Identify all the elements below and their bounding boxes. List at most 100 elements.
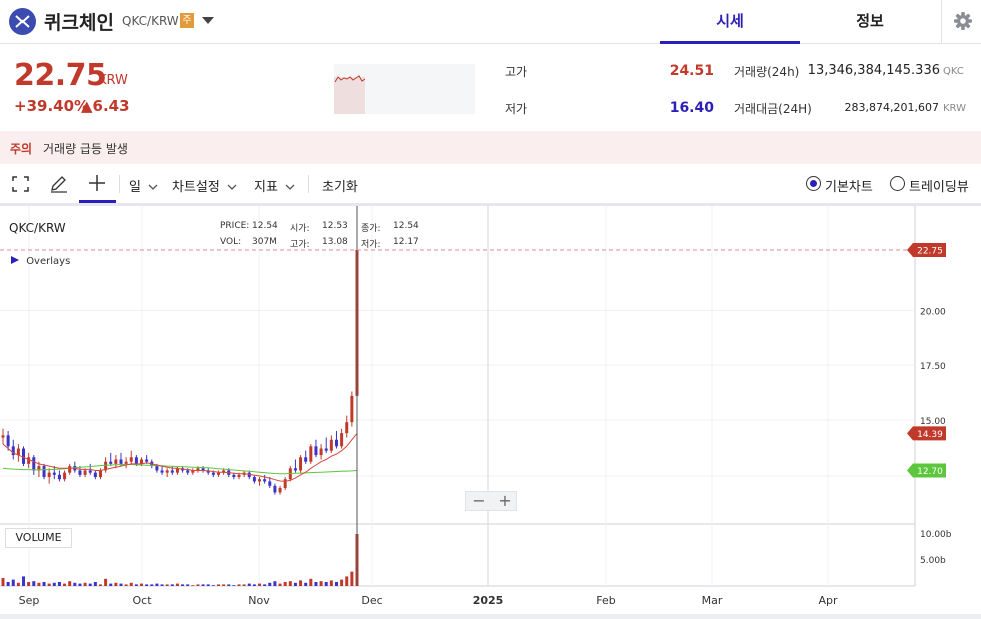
volume-bar bbox=[73, 582, 77, 586]
chart-settings-select[interactable]: 차트설정 bbox=[172, 176, 237, 195]
volume-bar bbox=[165, 584, 169, 586]
candle-body bbox=[124, 461, 128, 464]
volume-bar bbox=[334, 582, 338, 586]
volume-bar bbox=[6, 582, 10, 586]
chevron-down-icon bbox=[227, 184, 237, 190]
candle-body bbox=[88, 470, 92, 473]
volume-bar bbox=[93, 582, 97, 586]
volume-bar bbox=[319, 581, 323, 586]
volume-bar bbox=[129, 582, 133, 586]
volume-bar bbox=[222, 584, 226, 586]
toolbar-divider bbox=[308, 175, 309, 193]
trade-value-24h-unit: KRW bbox=[943, 103, 966, 114]
chart-type-tradingview-radio[interactable] bbox=[890, 176, 905, 191]
candle-body bbox=[345, 422, 349, 434]
chart-type-basic-label: 기본차트 bbox=[825, 180, 873, 195]
candle-body bbox=[155, 466, 159, 471]
x-tick-label: Nov bbox=[248, 594, 270, 607]
volume-bar bbox=[47, 583, 51, 586]
volume-24h-unit: QKC bbox=[943, 66, 964, 77]
volume-bar bbox=[175, 583, 179, 586]
tab-info[interactable]: 정보 bbox=[800, 0, 940, 44]
volume-bar bbox=[57, 582, 61, 586]
y-tick-label: 17.50 bbox=[920, 362, 946, 372]
zoom-in-button[interactable]: + bbox=[492, 492, 518, 510]
volume-bar bbox=[104, 578, 108, 586]
legend-open-label: 시가: bbox=[290, 224, 310, 234]
legend-close-label: 종가: bbox=[361, 224, 381, 234]
volume-bar bbox=[288, 581, 292, 586]
volume-bar bbox=[314, 582, 318, 586]
trade-value-24h-value: 283,874,201,607 bbox=[844, 101, 939, 114]
x-tick-label: Apr bbox=[818, 594, 838, 607]
volume-bar bbox=[37, 582, 41, 586]
volume-bar bbox=[216, 584, 220, 586]
volume-bar bbox=[211, 585, 215, 586]
volume-bar bbox=[329, 580, 333, 586]
candle-body bbox=[278, 488, 282, 493]
notice-bar bbox=[0, 131, 981, 164]
candle-body bbox=[134, 457, 138, 464]
volume-pane-tag[interactable]: VOLUME bbox=[5, 528, 72, 548]
legend-high-value: 13.08 bbox=[322, 237, 348, 247]
active-tool-indicator bbox=[79, 200, 116, 203]
candle-body bbox=[324, 448, 328, 451]
candle-body bbox=[299, 457, 303, 471]
volume-bar bbox=[247, 583, 251, 586]
fullscreen-button[interactable] bbox=[12, 176, 29, 196]
x-tick-label: Mar bbox=[702, 594, 723, 607]
candle-body bbox=[47, 472, 51, 478]
volume-bar bbox=[16, 582, 20, 586]
volume-bar bbox=[196, 584, 200, 586]
legend-close-value: 12.54 bbox=[393, 221, 419, 231]
high-label: 고가 bbox=[505, 65, 528, 79]
chart-type-basic-radio[interactable] bbox=[806, 176, 821, 191]
volume-bar bbox=[98, 584, 102, 586]
bottom-scrollbar bbox=[0, 614, 981, 619]
candle-body bbox=[273, 485, 277, 493]
legend-open-value: 12.53 bbox=[322, 221, 348, 231]
volume-tick-label: 10.00b bbox=[920, 530, 952, 540]
volume-bar bbox=[268, 582, 272, 586]
x-tick-label: Dec bbox=[361, 594, 382, 607]
candle-body bbox=[6, 435, 10, 447]
low-value: 16.40 bbox=[669, 100, 714, 116]
zoom-out-button[interactable]: − bbox=[466, 492, 492, 510]
candle-body bbox=[334, 439, 338, 447]
price-chart-area[interactable]: 15.00 17.50 20.00 Sep Oct Nov Dec 2025 Feb Mar Apr… bbox=[0, 206, 981, 619]
overlays-toggle[interactable]: Overlays bbox=[11, 256, 70, 267]
candle-body bbox=[186, 470, 190, 473]
price-tag-label: 12.70 bbox=[917, 467, 943, 477]
volume-bar bbox=[52, 582, 56, 586]
volume-bar bbox=[22, 576, 26, 586]
tab-quote[interactable]: 시세 bbox=[660, 0, 800, 44]
candle-body bbox=[211, 472, 215, 475]
crosshair-tool-button[interactable] bbox=[88, 174, 106, 196]
volume-bar bbox=[124, 584, 128, 586]
top-header: 퀴크체인 QKC/KRW 주 시세 정보 bbox=[0, 0, 981, 44]
draw-tool-button[interactable] bbox=[49, 175, 69, 197]
indicators-select[interactable]: 지표 bbox=[254, 176, 295, 195]
zoom-controls: − + bbox=[465, 491, 517, 511]
candle-body bbox=[68, 466, 72, 473]
coin-name: 퀴크체인 bbox=[44, 12, 114, 34]
tab-quote-label: 시세 bbox=[716, 12, 744, 30]
chevron-down-icon bbox=[148, 184, 158, 190]
interval-select[interactable]: 일 bbox=[129, 176, 158, 195]
volume-bar bbox=[309, 578, 313, 586]
reset-button[interactable]: 초기화 bbox=[322, 176, 358, 195]
volume-bar bbox=[278, 583, 282, 586]
mini-sparkline-chart bbox=[334, 64, 475, 114]
coin-select-caret-icon[interactable] bbox=[202, 17, 214, 24]
volume-bar bbox=[63, 583, 67, 586]
volume-bar bbox=[242, 584, 246, 586]
candle-body bbox=[293, 468, 297, 471]
settings-button[interactable] bbox=[941, 0, 981, 44]
legend-vol-label: VOL: bbox=[220, 237, 242, 247]
volume-bar bbox=[263, 584, 267, 586]
volume-tick-label: 5.00b bbox=[920, 556, 946, 566]
legend-price-value: 12.54 bbox=[252, 221, 278, 231]
volume-bar bbox=[299, 580, 303, 586]
chevron-down-icon bbox=[285, 184, 295, 190]
volume-bar bbox=[119, 583, 123, 586]
